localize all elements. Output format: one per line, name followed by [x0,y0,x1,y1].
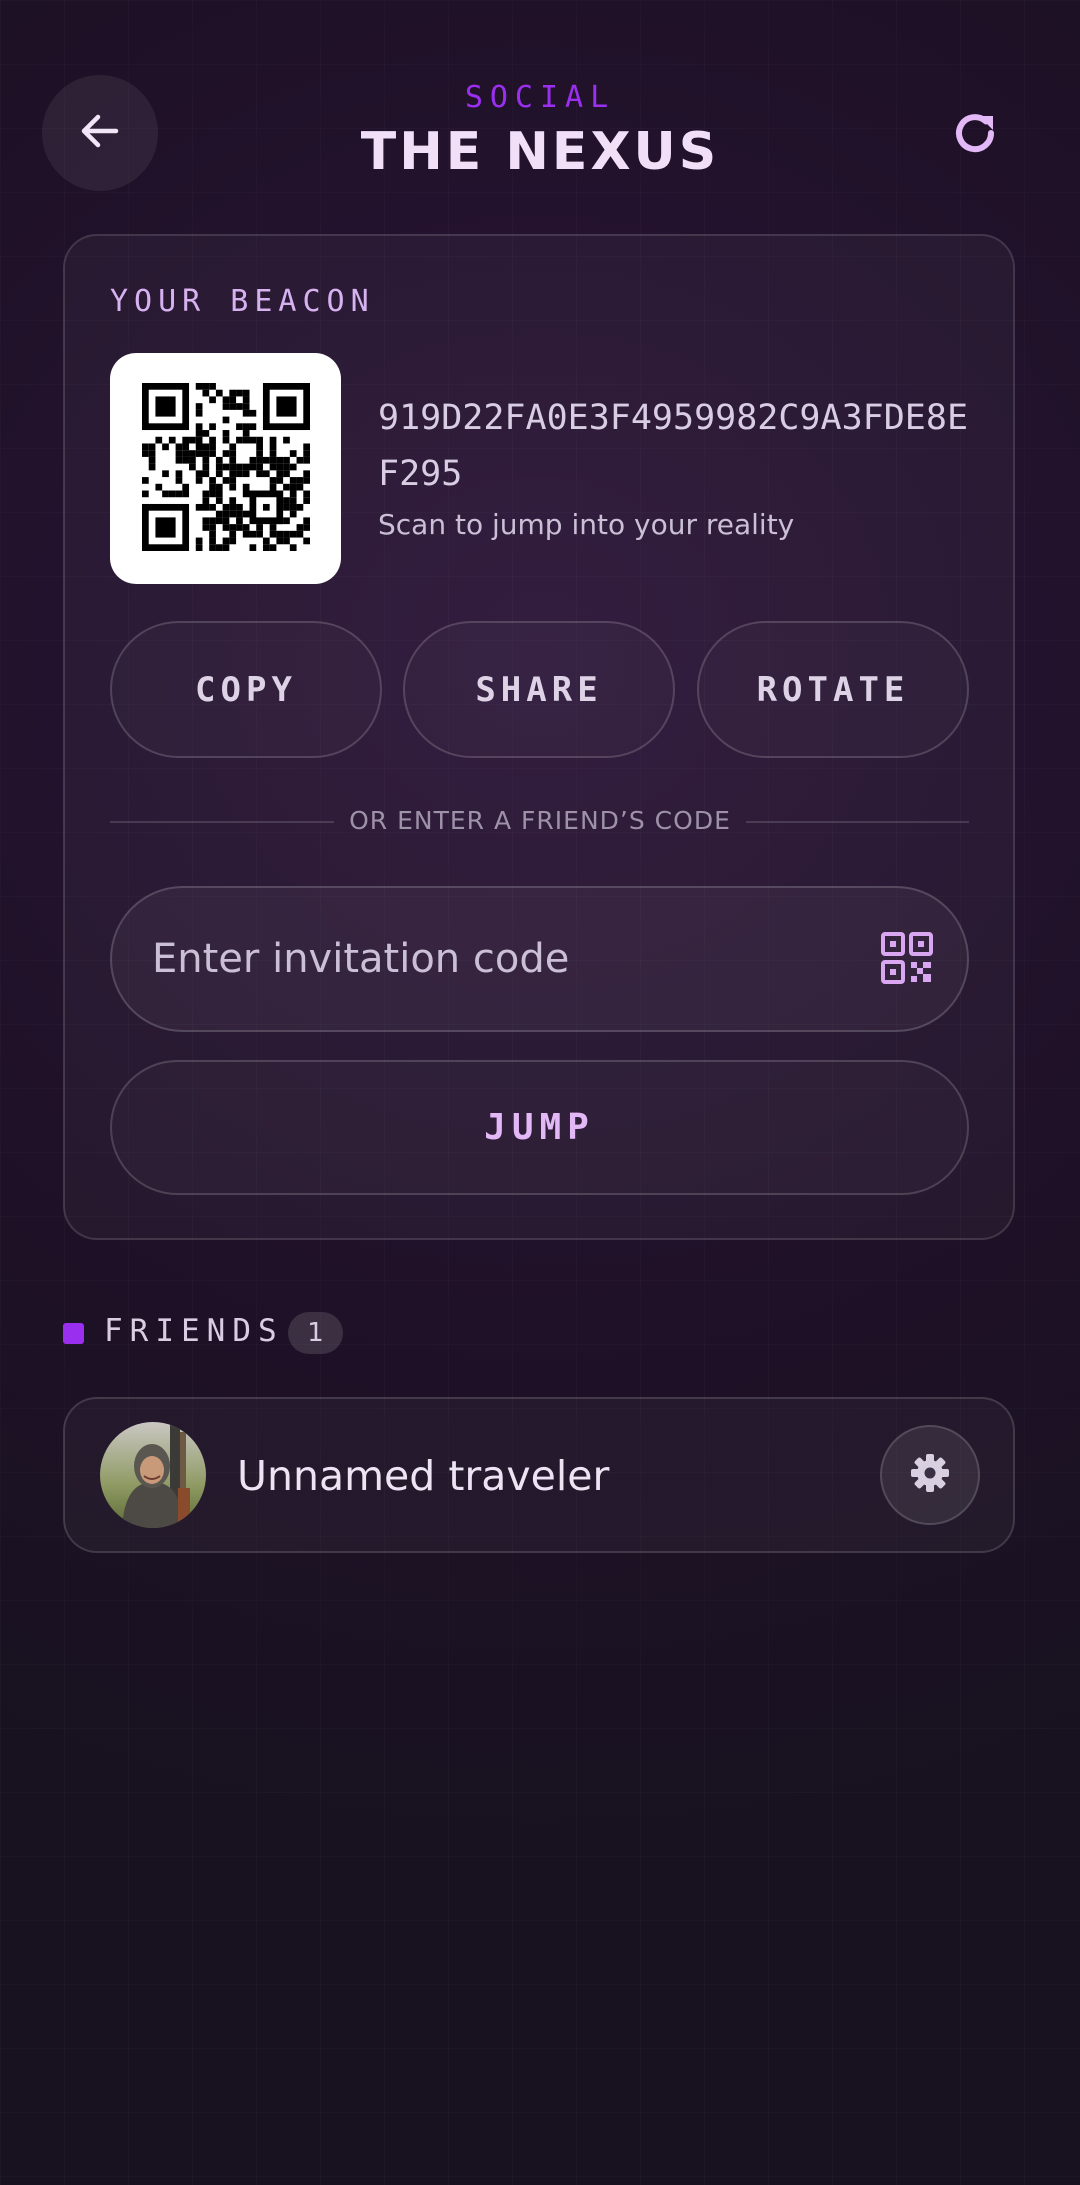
friends-marker [63,1323,84,1344]
qr-scan-icon [879,930,935,990]
gear-icon [909,1452,951,1498]
friend-name: Unnamed traveler [237,1452,610,1500]
qr-code [110,353,341,584]
beacon-code: 919D22FA0E3F4959982C9A3FDE8EF295 [378,398,969,494]
beacon-label: YOUR BEACON [110,284,375,319]
copy-button[interactable]: COPY [110,621,382,758]
qr-code-icon [141,382,310,555]
friend-settings-button[interactable] [880,1425,980,1525]
page-title: THE NEXUS [360,122,720,182]
divider-line-right [746,821,969,823]
friends-count-badge: 1 [288,1312,343,1354]
rotate-button[interactable]: ROTATE [697,621,969,758]
avatar [100,1422,206,1528]
refresh-icon [949,107,1001,163]
jump-button[interactable]: JUMP [110,1060,969,1195]
friends-heading: FRIENDS [104,1313,284,1349]
invitation-code-input[interactable] [110,886,969,1032]
refresh-button[interactable] [930,90,1020,180]
beacon-hint: Scan to jump into your reality [378,508,795,541]
page-section-label: SOCIAL [464,80,616,115]
share-button[interactable]: SHARE [403,621,675,758]
scan-qr-button[interactable] [878,931,936,989]
